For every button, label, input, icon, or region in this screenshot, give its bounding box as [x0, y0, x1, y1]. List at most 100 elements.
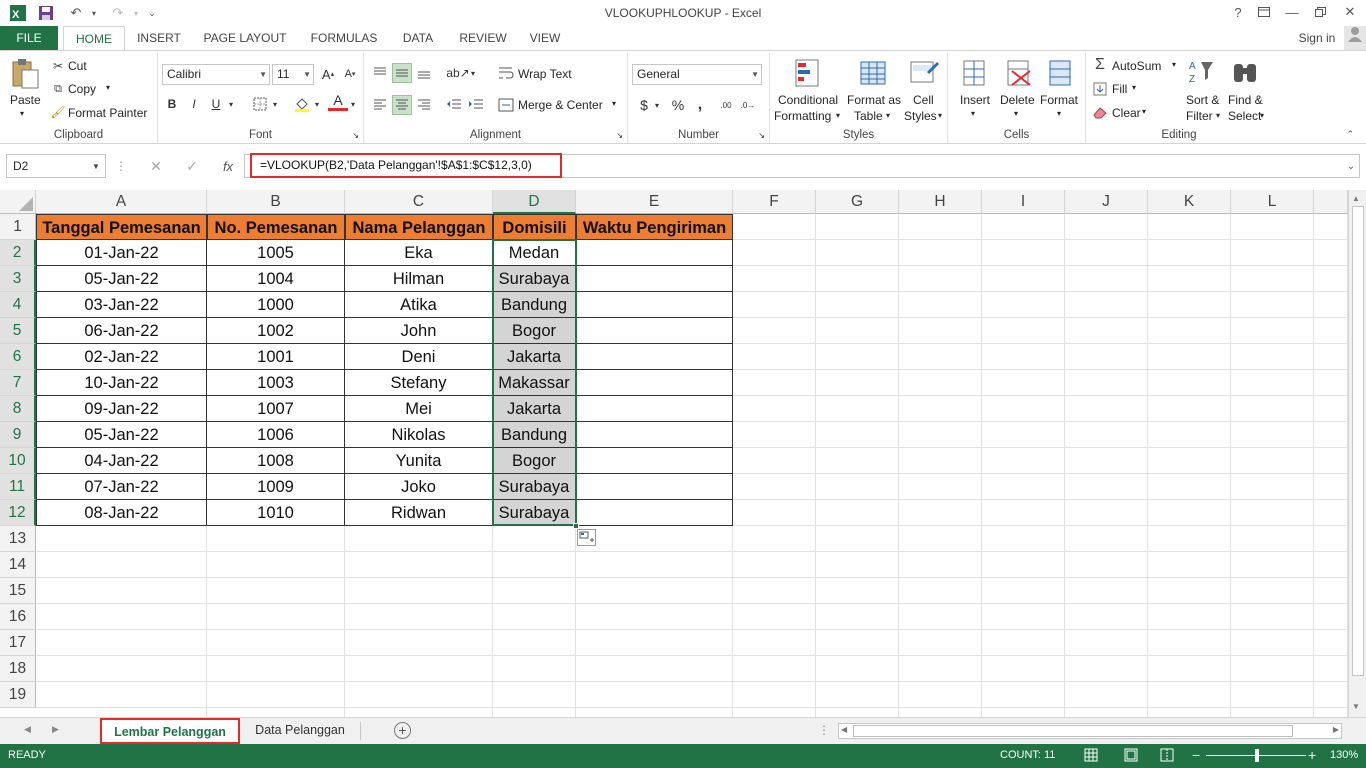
- table-cell[interactable]: 1001: [207, 344, 345, 370]
- sheet-tab-lembar-pelanggan[interactable]: Lembar Pelanggan: [100, 718, 240, 744]
- page-layout-view-icon[interactable]: [1124, 748, 1138, 765]
- table-cell[interactable]: 03-Jan-22: [36, 292, 207, 318]
- table-cell[interactable]: 04-Jan-22: [36, 448, 207, 474]
- row-header-17[interactable]: 17: [0, 630, 36, 656]
- row-header-5[interactable]: 5: [0, 318, 36, 344]
- table-cell[interactable]: Atika: [345, 292, 493, 318]
- table-cell[interactable]: 1003: [207, 370, 345, 396]
- paste-icon[interactable]: [8, 57, 42, 91]
- row-header-19[interactable]: 19: [0, 682, 36, 708]
- format-cells-icon[interactable]: [1044, 57, 1076, 89]
- align-top-icon[interactable]: [370, 63, 390, 83]
- column-header-c[interactable]: C: [345, 190, 493, 214]
- scroll-thumb[interactable]: [1352, 206, 1364, 676]
- table-cell[interactable]: Yunita: [345, 448, 493, 474]
- table-cell[interactable]: Surabaya: [493, 500, 576, 526]
- table-cell[interactable]: 1010: [207, 500, 345, 526]
- table-cell[interactable]: 1006: [207, 422, 345, 448]
- column-header-k[interactable]: K: [1148, 190, 1231, 214]
- tab-insert[interactable]: INSERT: [132, 26, 186, 50]
- fill-button[interactable]: Fill: [1112, 82, 1127, 96]
- table-cell[interactable]: 07-Jan-22: [36, 474, 207, 500]
- minimize-icon[interactable]: —: [1278, 2, 1306, 22]
- grow-font-icon[interactable]: A ▴: [318, 64, 338, 84]
- zoom-in-icon[interactable]: +: [1308, 747, 1316, 763]
- table-cell[interactable]: [576, 240, 733, 266]
- row-header-9[interactable]: 9: [0, 422, 36, 448]
- cut-button[interactable]: Cut: [68, 59, 87, 73]
- find-select-label-1[interactable]: Find &: [1228, 93, 1263, 107]
- underline-dropdown-icon[interactable]: ▾: [226, 94, 236, 114]
- align-right-icon[interactable]: [414, 95, 434, 115]
- more-options-icon[interactable]: ⋮: [115, 156, 127, 176]
- cell-styles-icon[interactable]: [908, 57, 940, 89]
- autosum-dropdown-icon[interactable]: ▾: [1172, 60, 1176, 69]
- alignment-dialog-launcher-icon[interactable]: ↘: [616, 131, 623, 140]
- font-name-combo[interactable]: Calibri ▼: [162, 64, 270, 85]
- font-color-button[interactable]: A: [328, 92, 348, 111]
- table-cell[interactable]: 09-Jan-22: [36, 396, 207, 422]
- bold-button[interactable]: B: [162, 94, 182, 114]
- table-cell[interactable]: [576, 448, 733, 474]
- currency-button[interactable]: $: [634, 95, 654, 115]
- column-header-a[interactable]: A: [36, 190, 207, 214]
- comma-button[interactable]: ,: [690, 95, 710, 115]
- align-bottom-icon[interactable]: [414, 63, 434, 83]
- page-break-view-icon[interactable]: [1160, 748, 1174, 765]
- percent-button[interactable]: %: [668, 95, 688, 115]
- table-cell[interactable]: Jakarta: [493, 344, 576, 370]
- decrease-decimal-icon[interactable]: .0→: [738, 95, 758, 115]
- quick-analysis-icon[interactable]: [577, 529, 596, 546]
- orientation-dropdown-icon[interactable]: ▾: [468, 63, 478, 83]
- row-header-12[interactable]: 12: [0, 500, 36, 526]
- horizontal-scrollbar[interactable]: ◀ ▶: [838, 723, 1342, 739]
- row-header-16[interactable]: 16: [0, 604, 36, 630]
- insert-cells-icon[interactable]: [958, 57, 990, 89]
- conditional-dropdown-icon[interactable]: ▾: [836, 111, 840, 120]
- format-button[interactable]: Format: [1040, 93, 1078, 107]
- italic-button[interactable]: I: [184, 94, 204, 114]
- number-format-combo[interactable]: General ▼: [632, 64, 762, 85]
- zoom-level[interactable]: 130%: [1330, 749, 1358, 761]
- sort-filter-icon[interactable]: AZ: [1186, 57, 1216, 89]
- horizontal-scroll-thumb[interactable]: [853, 725, 1293, 737]
- align-middle-icon[interactable]: [392, 63, 412, 83]
- table-cell[interactable]: 02-Jan-22: [36, 344, 207, 370]
- column-header-i[interactable]: I: [982, 190, 1065, 214]
- scroll-up-icon[interactable]: ▲: [1352, 194, 1360, 203]
- font-dialog-launcher-icon[interactable]: ↘: [352, 131, 359, 140]
- binoculars-icon[interactable]: [1230, 57, 1260, 89]
- tab-home[interactable]: HOME: [63, 26, 125, 51]
- table-cell[interactable]: Hilman: [345, 266, 493, 292]
- table-cell[interactable]: Stefany: [345, 370, 493, 396]
- sort-filter-dropdown-icon[interactable]: ▾: [1216, 111, 1220, 120]
- row-header-3[interactable]: 3: [0, 266, 36, 292]
- new-sheet-icon[interactable]: +: [394, 722, 411, 739]
- cancel-entry-icon[interactable]: ✕: [146, 156, 166, 176]
- table-cell[interactable]: Bandung: [493, 422, 576, 448]
- format-as-table-label-1[interactable]: Format as: [847, 93, 901, 107]
- fill-color-dropdown-icon[interactable]: ▾: [312, 94, 322, 114]
- row-header-6[interactable]: 6: [0, 344, 36, 370]
- formula-input[interactable]: =VLOOKUP(B2,'Data Pelanggan'!$A$1:$C$12,…: [250, 153, 562, 178]
- table-cell[interactable]: 08-Jan-22: [36, 500, 207, 526]
- borders-dropdown-icon[interactable]: ▾: [270, 94, 280, 114]
- fill-color-icon[interactable]: [292, 94, 312, 114]
- delete-cells-icon[interactable]: [1002, 57, 1034, 89]
- table-cell[interactable]: Medan: [493, 240, 576, 266]
- increase-decimal-button[interactable]: .00: [716, 95, 736, 115]
- close-icon[interactable]: ✕: [1336, 2, 1364, 22]
- confirm-entry-icon[interactable]: ✓: [182, 156, 202, 176]
- row-header-14[interactable]: 14: [0, 552, 36, 578]
- collapse-ribbon-icon[interactable]: ⌃: [1346, 129, 1354, 140]
- paste-button[interactable]: Paste: [10, 93, 41, 107]
- table-cell[interactable]: 1008: [207, 448, 345, 474]
- borders-icon[interactable]: [250, 94, 270, 114]
- format-dropdown-icon[interactable]: ▾: [1057, 109, 1061, 118]
- table-cell[interactable]: 05-Jan-22: [36, 266, 207, 292]
- table-cell[interactable]: Ridwan: [345, 500, 493, 526]
- cell-styles-label-1[interactable]: Cell: [913, 93, 934, 107]
- select-all-corner[interactable]: [0, 190, 36, 214]
- row-header-10[interactable]: 10: [0, 448, 36, 474]
- column-header-j[interactable]: J: [1065, 190, 1148, 214]
